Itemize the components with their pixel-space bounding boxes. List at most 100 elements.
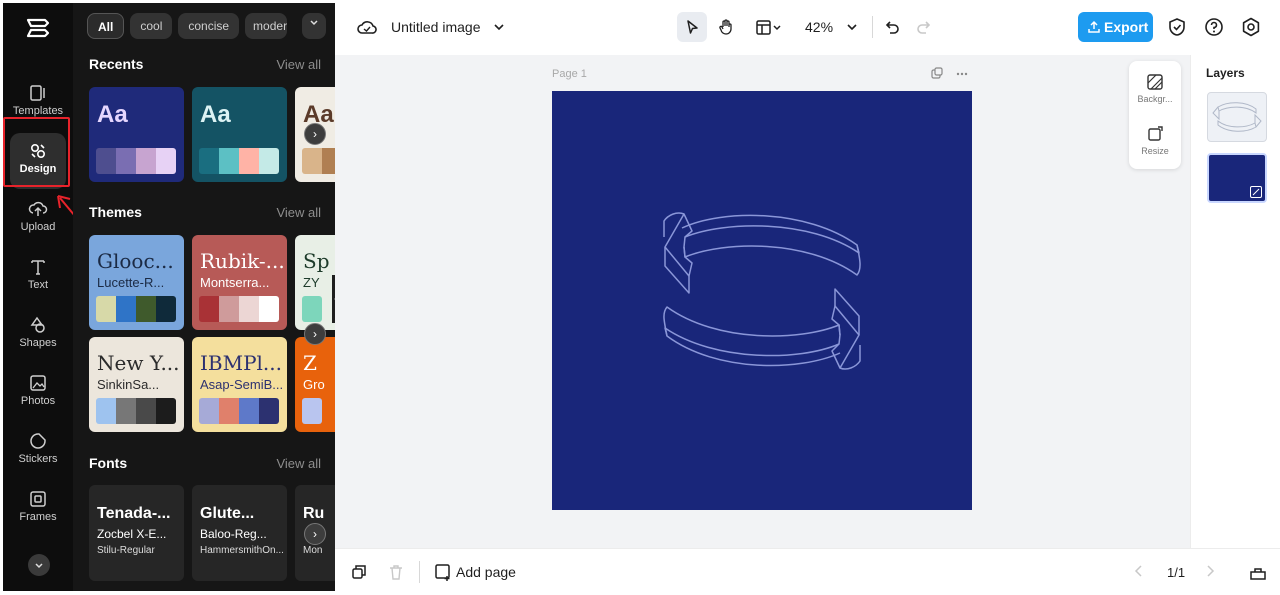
rail-item-shapes[interactable]: Shapes — [3, 309, 73, 363]
color-swatch — [96, 148, 116, 174]
chip-concise[interactable]: concise — [178, 13, 240, 39]
chip-all[interactable]: All — [87, 13, 125, 39]
color-swatch — [259, 398, 279, 424]
chevron-down-icon — [35, 563, 43, 569]
export-icon — [1088, 20, 1100, 33]
color-swatch — [156, 148, 176, 174]
artboard[interactable] — [552, 91, 972, 510]
capcut-logo[interactable] — [25, 15, 51, 41]
chips-more-button[interactable] — [302, 13, 326, 39]
color-swatch — [136, 148, 156, 174]
rail-label: Text — [27, 279, 49, 291]
font-line-1: Tenada-... — [97, 505, 171, 522]
rail-item-frames[interactable]: Frames — [3, 483, 73, 537]
color-swatch — [219, 398, 239, 424]
theme-font-secondary: Montserra... — [200, 275, 270, 290]
color-palette — [199, 296, 279, 322]
themes-scroll-right-button[interactable]: › — [304, 323, 326, 345]
layout-menu-button[interactable] — [749, 12, 789, 42]
fonts-scroll-right-button[interactable]: › — [304, 523, 326, 545]
chevron-down-icon[interactable] — [492, 20, 506, 34]
recents-scroll-right-button[interactable]: › — [304, 123, 326, 145]
theme-card[interactable]: Z Gro — [295, 337, 335, 432]
color-swatch — [136, 296, 156, 322]
trash-icon[interactable] — [387, 563, 405, 581]
color-swatch — [136, 398, 156, 424]
annotation-highlight-box — [3, 117, 70, 187]
chip-modern[interactable]: modern — [245, 13, 288, 39]
chevron-right-icon[interactable] — [1203, 563, 1217, 579]
duplicate-page-icon[interactable] — [350, 563, 368, 581]
theme-card[interactable]: Sp ZY — [295, 235, 335, 330]
theme-card[interactable]: New Y... SinkinSa... — [89, 337, 184, 432]
help-icon[interactable] — [1204, 17, 1224, 37]
hand-tool-button[interactable] — [711, 12, 741, 42]
rail-item-stickers[interactable]: Stickers — [3, 425, 73, 479]
cloud-save-icon[interactable] — [357, 18, 377, 36]
color-swatch — [116, 296, 136, 322]
background-tool-button[interactable]: Backgr... — [1129, 73, 1181, 104]
hand-icon — [719, 19, 732, 35]
color-palette — [96, 296, 176, 322]
gear-icon[interactable] — [1241, 17, 1261, 37]
layer-thumbnail-background[interactable] — [1207, 153, 1267, 203]
rail-more-button[interactable] — [28, 554, 50, 576]
recent-design-card[interactable]: Aa — [192, 87, 287, 182]
frames-icon — [30, 491, 46, 507]
redo-icon[interactable] — [915, 18, 933, 36]
theme-font-secondary: SinkinSa... — [97, 377, 160, 392]
color-palette — [199, 148, 279, 174]
text-icon — [31, 260, 45, 275]
theme-font-secondary: ZY — [303, 275, 320, 290]
layer-thumbnail-arrows[interactable] — [1207, 92, 1267, 142]
shapes-icon — [30, 316, 45, 333]
chevron-left-icon[interactable] — [1132, 563, 1146, 579]
rail-label: Templates — [12, 105, 64, 117]
rail-label: Shapes — [19, 337, 57, 349]
top-toolbar: Untitled image 42% Export — [335, 0, 1280, 55]
fonts-view-all-link[interactable]: View all — [276, 456, 321, 471]
bottom-divider — [419, 561, 420, 583]
zoom-level[interactable]: 42% — [805, 19, 833, 35]
themes-view-all-link[interactable]: View all — [276, 205, 321, 220]
rail-label: Stickers — [18, 453, 58, 465]
theme-font-primary: New Y... — [97, 351, 180, 375]
theme-card[interactable]: Glooc... Lucette-R... — [89, 235, 184, 330]
zoom-chevron-down-icon[interactable] — [845, 20, 859, 34]
color-swatch — [239, 398, 259, 424]
file-title[interactable]: Untitled image — [391, 19, 481, 35]
resize-icon — [1148, 126, 1163, 141]
font-combo-card[interactable]: Glute... Baloo-Reg... HammersmithOn... — [192, 485, 287, 581]
select-tool-button[interactable] — [677, 12, 707, 42]
rail-item-photos[interactable]: Photos — [3, 367, 73, 421]
color-swatch — [199, 148, 219, 174]
color-swatch — [199, 296, 219, 322]
theme-card[interactable]: IBMPl... Asap-SemiB... — [192, 337, 287, 432]
color-swatch — [239, 148, 259, 174]
color-swatch — [96, 296, 116, 322]
templates-icon — [30, 85, 45, 101]
upload-icon — [28, 201, 48, 216]
cursor-icon — [687, 20, 698, 34]
theme-font-primary: Sp — [303, 249, 330, 273]
font-combo-card[interactable]: Tenada-... Zocbel X-E... Stilu-Regular — [89, 485, 184, 581]
filter-chips: All cool concise modern — [87, 13, 288, 39]
shield-icon[interactable] — [1167, 17, 1187, 37]
rail-label: Frames — [19, 511, 57, 523]
refresh-arrows-graphic[interactable] — [552, 91, 972, 510]
chip-cool[interactable]: cool — [130, 13, 173, 39]
recents-view-all-link[interactable]: View all — [276, 57, 321, 72]
export-label: Export — [1104, 19, 1149, 35]
rail-item-text[interactable]: Text — [3, 251, 73, 305]
resize-tool-button[interactable]: Resize — [1129, 125, 1181, 156]
theme-card[interactable]: Rubik-... Montserra... — [192, 235, 287, 330]
recent-design-card[interactable]: Aa — [89, 87, 184, 182]
collapse-pages-icon[interactable] — [1249, 563, 1267, 581]
color-swatch — [116, 398, 136, 424]
color-swatch — [116, 148, 136, 174]
export-button[interactable]: Export — [1078, 12, 1153, 42]
font-line-3: HammersmithOn... — [200, 545, 284, 556]
undo-icon[interactable] — [883, 18, 901, 36]
canvas-side-tools: Backgr... Resize — [1129, 61, 1181, 169]
resize-tool-label: Resize — [1141, 146, 1169, 156]
